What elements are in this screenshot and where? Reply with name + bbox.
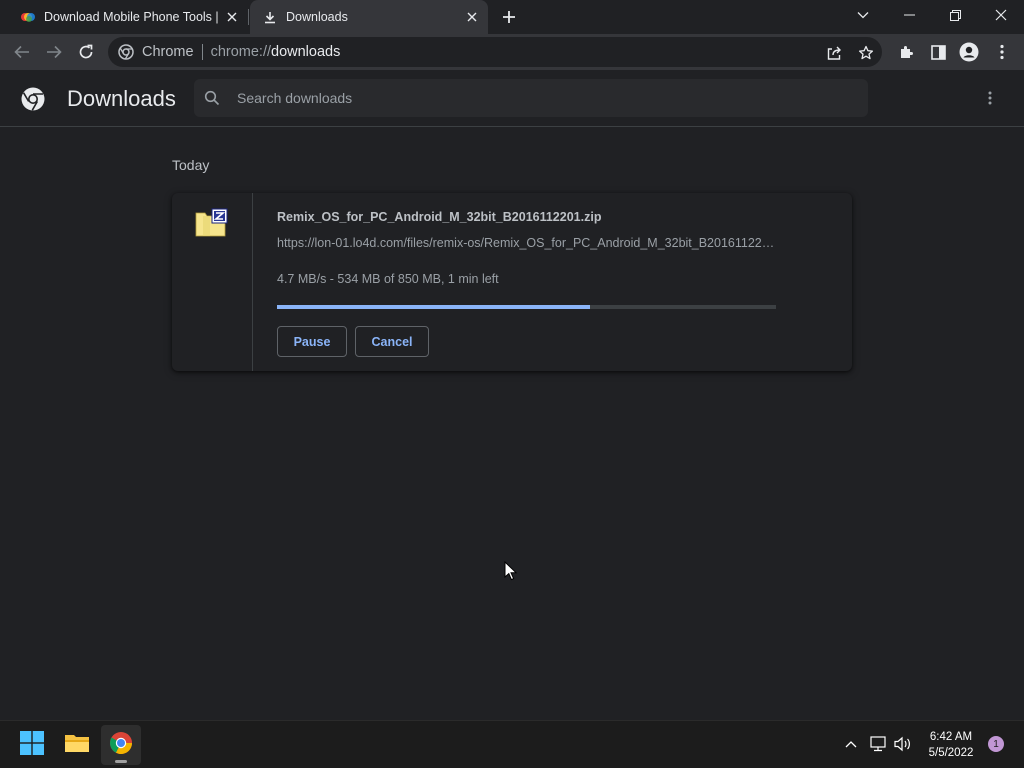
search-input[interactable]: [237, 90, 837, 106]
url-scheme: chrome://: [210, 44, 272, 60]
clock-time: 6:42 AM: [929, 731, 973, 743]
windows-start-button[interactable]: [12, 725, 52, 765]
side-panel-icon[interactable]: [924, 38, 952, 66]
source-url-link[interactable]: https://lon-01.lo4d.com/files/remix-os/R…: [277, 236, 777, 250]
file-name-link[interactable]: Remix_OS_for_PC_Android_M_32bit_B2016112…: [277, 210, 601, 224]
chrome-icon: [109, 731, 133, 760]
pause-button[interactable]: Pause: [277, 326, 347, 357]
browser-toolbar: Chrome chrome:// downloads: [0, 34, 1024, 70]
tab-downloads[interactable]: Downloads: [250, 0, 488, 34]
omnibox-chip-label: Chrome: [142, 44, 194, 60]
date-section-label: Today: [172, 157, 210, 173]
tab-separator: [248, 9, 249, 25]
download-item: Remix_OS_for_PC_Android_M_32bit_B2016112…: [172, 193, 852, 371]
forward-button[interactable]: [40, 38, 68, 66]
mouse-pointer-icon: [504, 560, 518, 581]
notification-badge[interactable]: 1: [988, 736, 1004, 752]
file-explorer-icon: [64, 732, 90, 759]
close-icon[interactable]: [462, 7, 482, 27]
downloads-header: Downloads: [0, 70, 1024, 127]
tab-title: Downloads: [286, 10, 348, 24]
search-downloads[interactable]: [194, 79, 868, 117]
tab-title: Download Mobile Phone Tools | L: [44, 10, 222, 24]
more-actions-icon[interactable]: [980, 88, 1000, 108]
cancel-button[interactable]: Cancel: [355, 326, 429, 357]
address-bar[interactable]: Chrome chrome:// downloads: [108, 37, 882, 67]
volume-icon[interactable]: [894, 735, 912, 753]
download-status: 4.7 MB/s - 534 MB of 850 MB, 1 min left: [277, 272, 499, 286]
zip-file-icon: [195, 208, 229, 238]
network-icon[interactable]: [869, 735, 887, 753]
new-tab-button[interactable]: [497, 5, 521, 29]
chrome-taskbar-button[interactable]: [101, 725, 141, 765]
download-icon: [262, 9, 278, 25]
page-title: Downloads: [67, 86, 176, 111]
file-explorer-button[interactable]: [57, 725, 97, 765]
progress-fill: [277, 305, 591, 309]
url-path: downloads: [271, 44, 341, 60]
share-icon[interactable]: [825, 44, 843, 62]
colorful-logo-icon: [20, 9, 36, 25]
chrome-logo-icon: [118, 44, 134, 60]
windows-start-icon: [20, 730, 44, 760]
bookmark-star-icon[interactable]: [857, 44, 875, 62]
close-icon[interactable]: [222, 7, 242, 27]
progress-bar: [277, 305, 776, 309]
clock-date: 5/5/2022: [928, 747, 974, 759]
system-clock[interactable]: 6:42 AM 5/5/2022: [918, 729, 984, 761]
omnibox-divider: [201, 44, 203, 60]
profile-avatar-icon[interactable]: [955, 38, 983, 66]
minimize-button[interactable]: [886, 0, 932, 30]
source-url-text: https://lon-01.lo4d.com/files/remix-os/R…: [277, 236, 777, 250]
active-app-indicator: [115, 760, 127, 763]
card-divider: [252, 193, 253, 371]
chrome-menu-icon[interactable]: [988, 38, 1016, 66]
close-window-button[interactable]: [978, 0, 1024, 30]
show-hidden-icons-chevron-icon[interactable]: [842, 735, 860, 753]
tab-strip: Download Mobile Phone Tools | L Download…: [0, 0, 1024, 34]
reload-button[interactable]: [72, 38, 100, 66]
chrome-logo-icon: [21, 87, 45, 111]
tab-search-chevron-icon[interactable]: [840, 0, 886, 30]
extensions-puzzle-icon[interactable]: [892, 38, 920, 66]
restore-button[interactable]: [932, 0, 978, 30]
windows-taskbar: 6:42 AM 5/5/2022 1: [0, 720, 1024, 768]
tab-mobile-phone-tools[interactable]: Download Mobile Phone Tools | L: [8, 0, 248, 34]
back-button[interactable]: [8, 38, 36, 66]
search-icon: [204, 90, 220, 106]
